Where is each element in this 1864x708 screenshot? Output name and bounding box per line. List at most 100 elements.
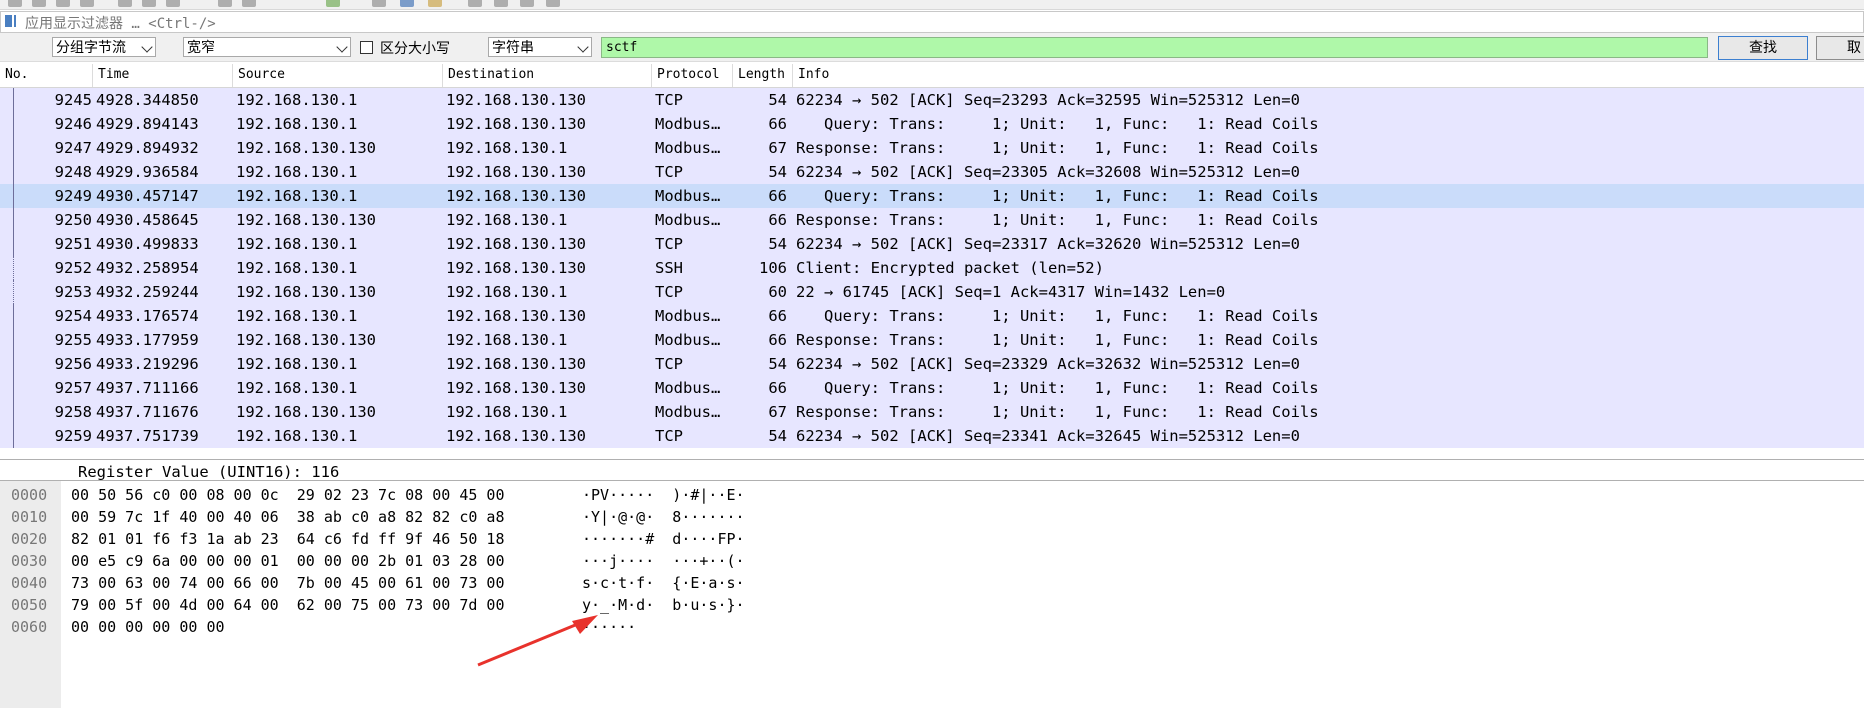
zoom-out-icon[interactable]	[494, 0, 508, 7]
zoom-in-icon[interactable]	[468, 0, 482, 7]
cell-source: 192.168.130.130	[236, 403, 376, 421]
close-file-icon[interactable]	[56, 0, 70, 7]
cell-time: 4929.894932	[96, 139, 199, 157]
table-row[interactable]: 9254 4933.176574 192.168.130.1 192.168.130.…	[0, 304, 1864, 328]
table-row[interactable]: 9253 4932.259244 192.168.130.130 192.168.13…	[0, 280, 1864, 304]
packet-details-pane[interactable]: Register Value (UINT16): 116	[0, 459, 1864, 481]
cell-destination: 192.168.130.130	[446, 115, 586, 133]
cell-no: 9245	[54, 91, 92, 109]
auto-scroll-live-icon[interactable]	[400, 0, 414, 7]
cell-source: 192.168.130.130	[236, 283, 376, 301]
display-filter-input[interactable]: 应用显示过滤器 … <Ctrl-/>	[25, 13, 216, 33]
detail-line[interactable]: Register Value (UINT16): 116	[78, 463, 339, 480]
cell-destination: 192.168.130.1	[446, 403, 568, 421]
reload-icon[interactable]	[80, 0, 94, 7]
cell-info: Query: Trans: 1; Unit: 1, Func: 1: Read …	[796, 187, 1319, 205]
autoscroll-icon[interactable]	[326, 0, 340, 7]
cell-time: 4937.751739	[96, 427, 199, 445]
go-back-icon[interactable]	[142, 0, 156, 7]
table-row[interactable]: 9246 4929.894143 192.168.130.1 192.168.130.…	[0, 112, 1864, 136]
cell-destination: 192.168.130.130	[446, 163, 586, 181]
column-header-info[interactable]: Info	[793, 64, 1864, 87]
cell-no: 9252	[54, 259, 92, 277]
go-forward-icon[interactable]	[166, 0, 180, 7]
color-rules-icon[interactable]	[428, 0, 442, 7]
cell-info: Response: Trans: 1; Unit: 1, Func: 1: Re…	[796, 211, 1319, 229]
chevron-down-icon	[141, 41, 153, 53]
cell-destination: 192.168.130.130	[446, 307, 586, 325]
cell-info: Client: Encrypted packet (len=52)	[796, 259, 1104, 277]
find-packet-icon[interactable]	[118, 0, 132, 7]
case-sensitive-checkbox[interactable]	[360, 41, 373, 54]
go-first-icon[interactable]	[218, 0, 232, 7]
column-header-protocol[interactable]: Protocol	[652, 64, 733, 87]
cell-no: 9257	[54, 379, 92, 397]
cell-time: 4928.344850	[96, 91, 199, 109]
cell-time: 4929.936584	[96, 163, 199, 181]
annotation-arrow-icon	[477, 615, 598, 667]
packet-list[interactable]: No. Time Source Destination Protocol Len…	[0, 64, 1864, 450]
open-icon[interactable]	[8, 0, 22, 7]
colorize-icon[interactable]	[372, 0, 386, 7]
search-in-select[interactable]: 分组字节流	[52, 37, 156, 57]
table-row[interactable]: 9249 4930.457147 192.168.130.1 192.168.130.…	[0, 184, 1864, 208]
char-width-select[interactable]: 宽窄	[183, 37, 351, 57]
save-icon[interactable]	[32, 0, 46, 7]
cell-source: 192.168.130.1	[236, 91, 358, 109]
column-header-source[interactable]: Source	[233, 64, 443, 87]
cell-destination: 192.168.130.1	[446, 211, 568, 229]
cell-protocol: Modbus…	[655, 307, 721, 325]
table-row[interactable]: 9258 4937.711676 192.168.130.130 192.168.13…	[0, 400, 1864, 424]
cell-protocol: TCP	[655, 355, 683, 373]
cell-no: 9255	[54, 331, 92, 349]
table-row[interactable]: 9245 4928.344850 192.168.130.1 192.168.130.…	[0, 88, 1864, 112]
cell-time: 4933.219296	[96, 355, 199, 373]
packet-bytes-pane[interactable]: 0000 00 50 56 c0 00 08 00 0c 29 02 23 7c …	[0, 481, 1864, 708]
arrow-head	[572, 615, 598, 634]
table-row[interactable]: 9250 4930.458645 192.168.130.130 192.168.13…	[0, 208, 1864, 232]
table-row[interactable]: 9256 4933.219296 192.168.130.1 192.168.130.…	[0, 352, 1864, 376]
search-type-select[interactable]: 字符串	[488, 37, 592, 57]
table-row[interactable]: 9259 4937.751739 192.168.130.1 192.168.130.…	[0, 424, 1864, 448]
cell-destination: 192.168.130.130	[446, 235, 586, 253]
main-toolbar	[0, 0, 1864, 10]
table-row[interactable]: 9251 4930.499833 192.168.130.1 192.168.130.…	[0, 232, 1864, 256]
chevron-down-icon	[577, 41, 589, 53]
table-row[interactable]: 9257 4937.711166 192.168.130.1 192.168.130.…	[0, 376, 1864, 400]
cell-protocol: Modbus…	[655, 211, 721, 229]
table-row[interactable]: 9255 4933.177959 192.168.130.130 192.168.13…	[0, 328, 1864, 352]
go-last-icon[interactable]	[242, 0, 256, 7]
char-width-value: 宽窄	[187, 40, 215, 56]
search-type-value: 字符串	[492, 40, 534, 56]
filter-bookmark-icon[interactable]	[5, 15, 16, 27]
cancel-button[interactable]: 取	[1816, 36, 1864, 60]
table-row[interactable]: 9252 4932.258954 192.168.130.1 192.168.130.…	[0, 256, 1864, 280]
cell-info: 62234 → 502 [ACK] Seq=23293 Ack=32595 Wi…	[796, 91, 1300, 109]
cell-source: 192.168.130.130	[236, 211, 376, 229]
column-header-time[interactable]: Time	[93, 64, 233, 87]
cell-time: 4930.499833	[96, 235, 199, 253]
column-header-no[interactable]: No.	[0, 64, 93, 87]
cell-protocol: Modbus…	[655, 115, 721, 133]
cell-no: 9258	[54, 403, 92, 421]
cell-no: 9259	[54, 427, 92, 445]
cell-protocol: Modbus…	[655, 139, 721, 157]
resize-columns-icon[interactable]	[546, 0, 560, 7]
cell-destination: 192.168.130.130	[446, 379, 586, 397]
cell-protocol: TCP	[655, 163, 683, 181]
column-header-length[interactable]: Length	[733, 64, 793, 87]
table-row[interactable]: 9247 4929.894932 192.168.130.130 192.168.13…	[0, 136, 1864, 160]
column-header-destination[interactable]: Destination	[443, 64, 652, 87]
cell-no: 9247	[54, 139, 92, 157]
search-input[interactable]: sctf	[601, 37, 1708, 58]
display-filter-bar[interactable]: 应用显示过滤器 … <Ctrl-/>	[0, 11, 1864, 33]
cell-source: 192.168.130.1	[236, 115, 358, 133]
cell-destination: 192.168.130.130	[446, 91, 586, 109]
cell-info: Query: Trans: 1; Unit: 1, Func: 1: Read …	[796, 307, 1319, 325]
find-button[interactable]: 查找	[1718, 36, 1808, 60]
cell-source: 192.168.130.1	[236, 163, 358, 181]
cell-source: 192.168.130.130	[236, 331, 376, 349]
zoom-reset-icon[interactable]	[520, 0, 534, 7]
cell-no: 9246	[54, 115, 92, 133]
table-row[interactable]: 9248 4929.936584 192.168.130.1 192.168.130.…	[0, 160, 1864, 184]
